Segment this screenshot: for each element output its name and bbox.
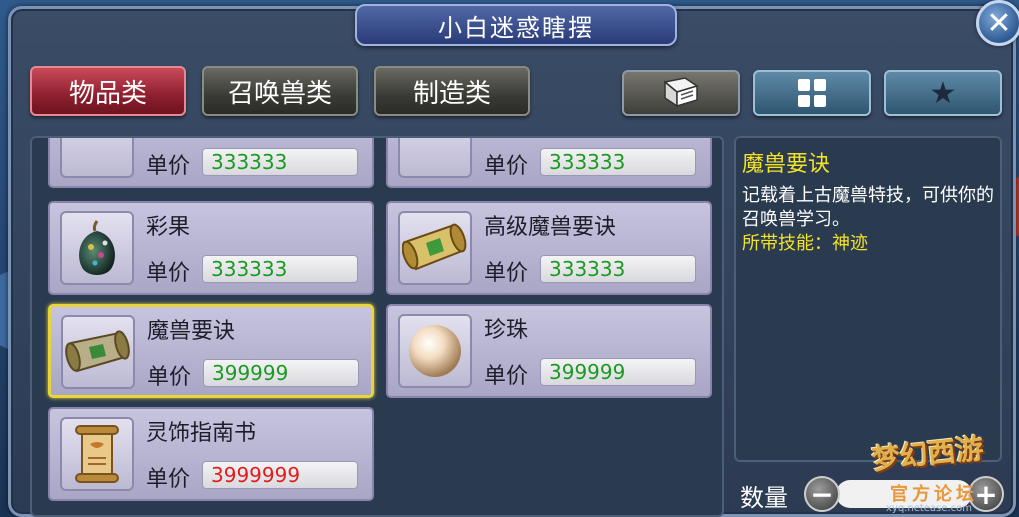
list-item[interactable]: 灵饰指南书 单价 3999999 — [48, 407, 374, 501]
quantity-minus-button[interactable]: − — [804, 476, 840, 512]
tab-crafting-label: 制造类 — [412, 78, 491, 109]
colored-fruit-icon — [79, 220, 115, 275]
quantity-label: 数量 — [740, 484, 788, 512]
logo-text: 梦幻西游 — [870, 431, 986, 477]
list-item[interactable]: 高级魔兽要诀 单价 333333 — [386, 201, 712, 295]
list-item[interactable]: 单价 333333 — [386, 138, 712, 188]
partial-item-icon — [60, 138, 134, 178]
dialog-title-text: 小白迷惑瞎摆 — [438, 13, 594, 42]
item-list-panel[interactable]: 单价 333333 单价 333333 彩果 单价 333333 高级魔兽要诀 … — [30, 136, 724, 517]
item-name: 高级魔兽要诀 — [484, 215, 617, 240]
minus-icon: − — [810, 477, 834, 511]
item-name: 珍珠 — [484, 318, 529, 343]
item-name: 灵饰指南书 — [146, 421, 257, 446]
favorite-button[interactable]: ★ — [884, 70, 1002, 116]
detail-title: 魔兽要诀 — [742, 152, 831, 177]
list-item[interactable]: 彩果 单价 333333 — [48, 201, 374, 295]
close-button[interactable]: ✕ — [976, 0, 1019, 46]
scroll-icon — [402, 223, 467, 271]
grid-view-button[interactable] — [753, 70, 871, 116]
list-item[interactable]: 单价 333333 — [48, 138, 374, 188]
price-value: 333333 — [202, 148, 358, 176]
price-value: 333333 — [202, 255, 358, 283]
partial-item-icon — [398, 138, 472, 178]
dialog-title: 小白迷惑瞎摆 — [355, 4, 677, 46]
price-value: 3999999 — [202, 461, 358, 489]
item-detail-panel: 魔兽要诀 记载着上古魔兽特技，可供你的召唤兽学习。 所带技能：神迹 — [734, 136, 1002, 462]
price-value: 399999 — [540, 358, 696, 386]
price-label: 单价 — [147, 365, 192, 390]
item-icon-box — [60, 417, 134, 491]
grid-icon — [798, 79, 826, 107]
scroll-icon — [65, 330, 130, 373]
list-item[interactable]: 珍珠 单价 399999 — [386, 304, 712, 398]
pearl-icon — [409, 325, 461, 377]
close-icon: ✕ — [986, 5, 1012, 41]
price-value: 333333 — [540, 255, 696, 283]
book-icon — [663, 77, 699, 108]
item-name: 彩果 — [146, 215, 191, 240]
item-name: 魔兽要诀 — [147, 319, 236, 344]
price-label: 单价 — [146, 154, 191, 179]
tab-summons[interactable]: 召唤兽类 — [202, 66, 358, 116]
price-label: 单价 — [484, 364, 529, 389]
tab-crafting[interactable]: 制造类 — [374, 66, 530, 116]
list-item-selected[interactable]: 魔兽要诀 单价 399999 — [48, 304, 374, 398]
price-label: 单价 — [484, 261, 529, 286]
item-icon-box — [61, 315, 135, 389]
item-icon-box — [398, 211, 472, 285]
detail-skill: 所带技能：神迹 — [742, 233, 868, 254]
item-icon-box — [398, 314, 472, 388]
price-label: 单价 — [146, 261, 191, 286]
guide-scroll-icon — [75, 425, 119, 483]
price-label: 单价 — [484, 154, 529, 179]
tab-summons-label: 召唤兽类 — [227, 78, 332, 109]
tab-items-label: 物品类 — [68, 78, 147, 109]
price-label: 单价 — [146, 467, 191, 492]
price-value: 399999 — [203, 359, 359, 387]
price-value: 333333 — [540, 148, 696, 176]
star-icon: ★ — [929, 75, 957, 111]
watermark-url: xyq.netease.com — [886, 503, 972, 514]
item-icon-box — [60, 211, 134, 285]
record-button[interactable] — [622, 70, 740, 116]
tab-items[interactable]: 物品类 — [30, 66, 186, 116]
detail-description: 记载着上古魔兽特技，可供你的召唤兽学习。 — [742, 185, 994, 230]
